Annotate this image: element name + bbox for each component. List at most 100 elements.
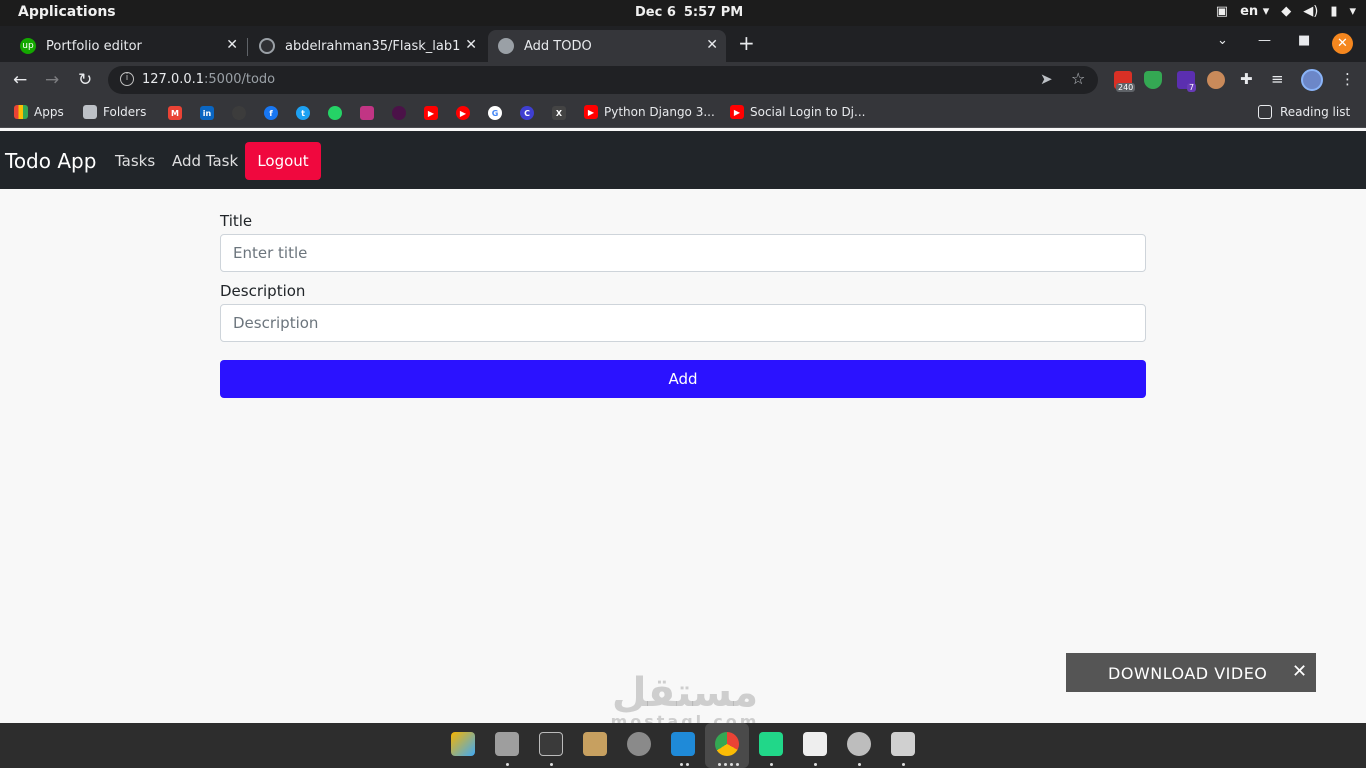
google-icon[interactable]: G: [488, 106, 502, 120]
database-icon[interactable]: [847, 732, 871, 756]
profile-avatar[interactable]: [1301, 69, 1323, 91]
vscode-icon[interactable]: [671, 732, 695, 756]
bookmark-folders[interactable]: Folders: [83, 105, 146, 119]
applications-menu[interactable]: Applications: [18, 4, 116, 20]
gmail-icon[interactable]: M: [168, 106, 182, 120]
monkey-icon[interactable]: [1207, 71, 1225, 89]
tab-title: Add TODO: [524, 38, 592, 54]
reload-icon[interactable]: ↻: [78, 70, 92, 90]
tab-title: abdelrahman35/Flask_lab1: [285, 38, 461, 54]
tab-portfolio-editor[interactable]: up Portfolio editor ✕: [10, 30, 246, 62]
brand-logo[interactable]: Todo App: [5, 149, 96, 173]
download-video-banner[interactable]: DOWNLOAD VIDEO ✕: [1066, 653, 1316, 692]
running-indicator: [686, 763, 689, 766]
more-menu-icon[interactable]: ⋮: [1340, 70, 1355, 88]
running-indicator: [814, 763, 817, 766]
youtube-music-icon[interactable]: ▶: [456, 106, 470, 120]
display-icon[interactable]: ▣: [1216, 4, 1228, 19]
url-text[interactable]: 127.0.0.1:5000/todo: [142, 72, 275, 87]
window-close-icon[interactable]: ✕: [1332, 33, 1353, 54]
shield-icon[interactable]: [1144, 71, 1162, 89]
bookmark-star-icon[interactable]: ☆: [1071, 69, 1085, 88]
linkedin-icon[interactable]: in: [200, 106, 214, 120]
close-icon[interactable]: ✕: [706, 37, 718, 53]
gmail-count-badge: 240: [1116, 83, 1136, 92]
close-icon[interactable]: ✕: [226, 37, 238, 53]
description-label: Description: [220, 282, 306, 300]
premier-league-icon[interactable]: [392, 106, 406, 120]
document-viewer-icon[interactable]: [803, 732, 827, 756]
address-bar[interactable]: i 127.0.0.1:5000/todo ➤ ☆: [108, 66, 1098, 94]
battery-icon[interactable]: ▮: [1330, 4, 1337, 19]
url-host: 127.0.0.1: [142, 72, 205, 87]
language-indicator[interactable]: en ▾: [1240, 4, 1269, 19]
maximize-icon[interactable]: ■: [1298, 33, 1310, 48]
bookmark-label: Apps: [34, 105, 64, 119]
archive-icon[interactable]: [583, 732, 607, 756]
description-input[interactable]: [220, 304, 1146, 342]
volume-icon[interactable]: ◀): [1303, 4, 1318, 19]
bookmark-label: Python Django 3...: [604, 105, 715, 119]
close-icon[interactable]: ✕: [465, 37, 477, 53]
close-icon[interactable]: ✕: [1292, 661, 1308, 682]
watermark-arabic: مستقل: [611, 670, 759, 716]
logout-button[interactable]: Logout: [245, 142, 321, 180]
whatsapp-icon[interactable]: [328, 106, 342, 120]
files-icon[interactable]: [495, 732, 519, 756]
settings-gear-icon[interactable]: [627, 732, 651, 756]
pycharm-icon[interactable]: [759, 732, 783, 756]
app-navbar: Todo App Tasks Add Task Logout: [0, 131, 1366, 189]
send-tab-icon[interactable]: ➤: [1040, 70, 1053, 88]
clock[interactable]: Dec 6 5:57 PM: [635, 5, 743, 20]
chrome-icon[interactable]: [715, 732, 739, 756]
running-indicator: [680, 763, 683, 766]
x-icon[interactable]: X: [552, 106, 566, 120]
bookmarks-bar: Apps Folders M in f t ▶ ▶ G C X ▶ Python…: [0, 98, 1366, 128]
instagram-icon[interactable]: [360, 106, 374, 120]
tab-flask-lab[interactable]: abdelrahman35/Flask_lab1 ✕: [249, 30, 485, 62]
twitter-icon[interactable]: t: [296, 106, 310, 120]
taskbar-dock: [0, 723, 1366, 768]
browser-toolbar: ← → ↻ i 127.0.0.1:5000/todo ➤ ☆ 240 7 ✚ …: [0, 62, 1366, 98]
terminal-icon[interactable]: [539, 732, 563, 756]
browser-tab-strip: up Portfolio editor ✕ abdelrahman35/Flas…: [0, 26, 1366, 62]
url-path: :5000/todo: [204, 72, 276, 87]
site-info-icon[interactable]: i: [120, 72, 134, 86]
facebook-icon[interactable]: f: [264, 106, 278, 120]
upwork-icon: up: [20, 38, 36, 54]
github-icon: [259, 38, 275, 54]
system-tray[interactable]: ▣ en ▾ ◆ ◀) ▮ ▾: [1216, 4, 1356, 19]
youtube-icon[interactable]: ▶: [424, 106, 438, 120]
wifi-icon[interactable]: ◆: [1281, 4, 1291, 19]
tab-add-todo[interactable]: Add TODO ✕: [488, 30, 726, 62]
running-indicator: [550, 763, 553, 766]
reading-list[interactable]: Reading list: [1258, 105, 1350, 119]
nav-add-task-link[interactable]: Add Task: [172, 152, 238, 170]
tab-search-chevron-icon[interactable]: ⌄: [1217, 33, 1228, 48]
reading-list-label: Reading list: [1280, 105, 1351, 119]
clock-date: Dec 6: [635, 5, 676, 20]
youtube-icon: ▶: [584, 105, 598, 119]
tab-separator: [247, 38, 248, 56]
app-grid-icon[interactable]: [451, 732, 475, 756]
new-tab-plus-icon[interactable]: +: [738, 31, 755, 55]
minimize-icon[interactable]: —: [1258, 33, 1271, 48]
system-menu-chevron-icon[interactable]: ▾: [1349, 4, 1356, 19]
disk-icon[interactable]: [891, 732, 915, 756]
coursera-icon[interactable]: C: [520, 106, 534, 120]
back-arrow-icon[interactable]: ←: [13, 70, 27, 90]
download-video-label[interactable]: DOWNLOAD VIDEO: [1108, 664, 1267, 683]
running-indicator: [902, 763, 905, 766]
language-label: en: [1240, 4, 1259, 19]
media-queue-icon[interactable]: ≡: [1271, 70, 1284, 88]
bookmark-social-login[interactable]: ▶ Social Login to Dj...: [730, 105, 865, 119]
title-label: Title: [220, 212, 253, 230]
bookmark-python-django[interactable]: ▶ Python Django 3...: [584, 105, 715, 119]
add-button[interactable]: Add: [220, 360, 1146, 398]
bookmark-apps[interactable]: Apps: [14, 105, 64, 119]
forward-arrow-icon[interactable]: →: [45, 70, 59, 90]
github-bookmark-icon[interactable]: [232, 106, 246, 120]
nav-tasks-link[interactable]: Tasks: [115, 152, 155, 170]
extensions-puzzle-icon[interactable]: ✚: [1240, 70, 1253, 88]
title-input[interactable]: [220, 234, 1146, 272]
